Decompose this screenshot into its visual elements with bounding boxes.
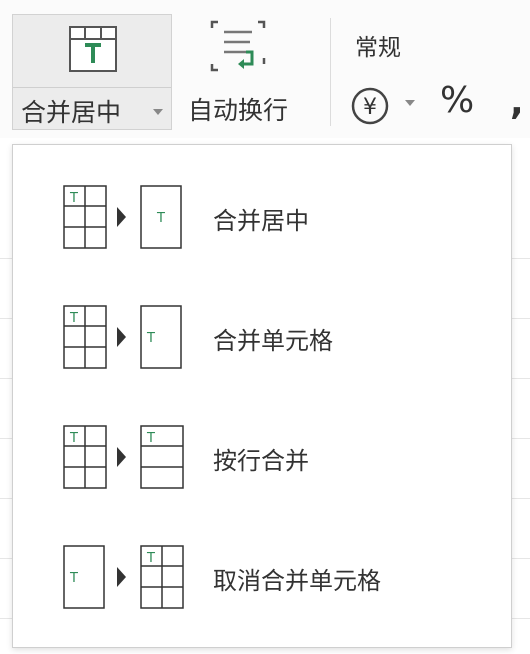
number-format-select[interactable]: 常规: [355, 28, 401, 62]
menu-item-unmerge-cells[interactable]: T T 取消合并单元格: [13, 509, 511, 629]
svg-text:T: T: [156, 211, 165, 226]
merge-center-label: 合并居中: [21, 98, 122, 127]
svg-text:T: T: [146, 551, 155, 566]
menu-item-merge-by-row[interactable]: T T 按行合并: [13, 389, 511, 509]
toolbar-separator: [330, 18, 331, 126]
merge-center-button[interactable]: 合并居中: [12, 14, 172, 130]
wrap-text-label[interactable]: 自动换行: [188, 91, 288, 127]
svg-text:T: T: [69, 191, 78, 206]
merge-dropdown-menu: T T 合并居中 T T 合并单元格 T T 按行合并 T T 取消合并单元格: [12, 144, 512, 648]
currency-symbol: ¥: [363, 95, 377, 120]
chevron-down-icon[interactable]: [153, 109, 163, 115]
merge-by-row-icon: T T: [63, 425, 184, 489]
merge-center-icon: [69, 26, 117, 72]
unmerge-cells-icon: T T: [63, 545, 184, 609]
percent-button[interactable]: %: [440, 80, 474, 121]
menu-item-label: 合并居中: [213, 207, 309, 235]
currency-dropdown-icon[interactable]: [405, 100, 415, 106]
button-split-line: [13, 87, 171, 88]
wrap-text-icon[interactable]: [210, 18, 266, 74]
currency-icon[interactable]: ¥: [350, 86, 390, 126]
comma-style-button[interactable]: ,: [510, 82, 524, 123]
svg-text:T: T: [69, 311, 78, 326]
svg-text:T: T: [146, 431, 155, 446]
svg-text:T: T: [146, 331, 155, 346]
menu-item-label: 按行合并: [213, 447, 309, 475]
menu-item-merge-center[interactable]: T T 合并居中: [13, 149, 511, 269]
ribbon-toolbar: 合并居中 自动换行 常规 ¥ % ,: [0, 0, 530, 138]
menu-item-merge-cells[interactable]: T T 合并单元格: [13, 269, 511, 389]
merge-cells-icon: T T: [63, 305, 182, 369]
merge-center-icon: T T: [63, 185, 182, 249]
menu-item-label: 合并单元格: [213, 327, 333, 355]
svg-text:T: T: [69, 571, 78, 586]
menu-item-label: 取消合并单元格: [213, 567, 381, 595]
svg-text:T: T: [69, 431, 78, 446]
